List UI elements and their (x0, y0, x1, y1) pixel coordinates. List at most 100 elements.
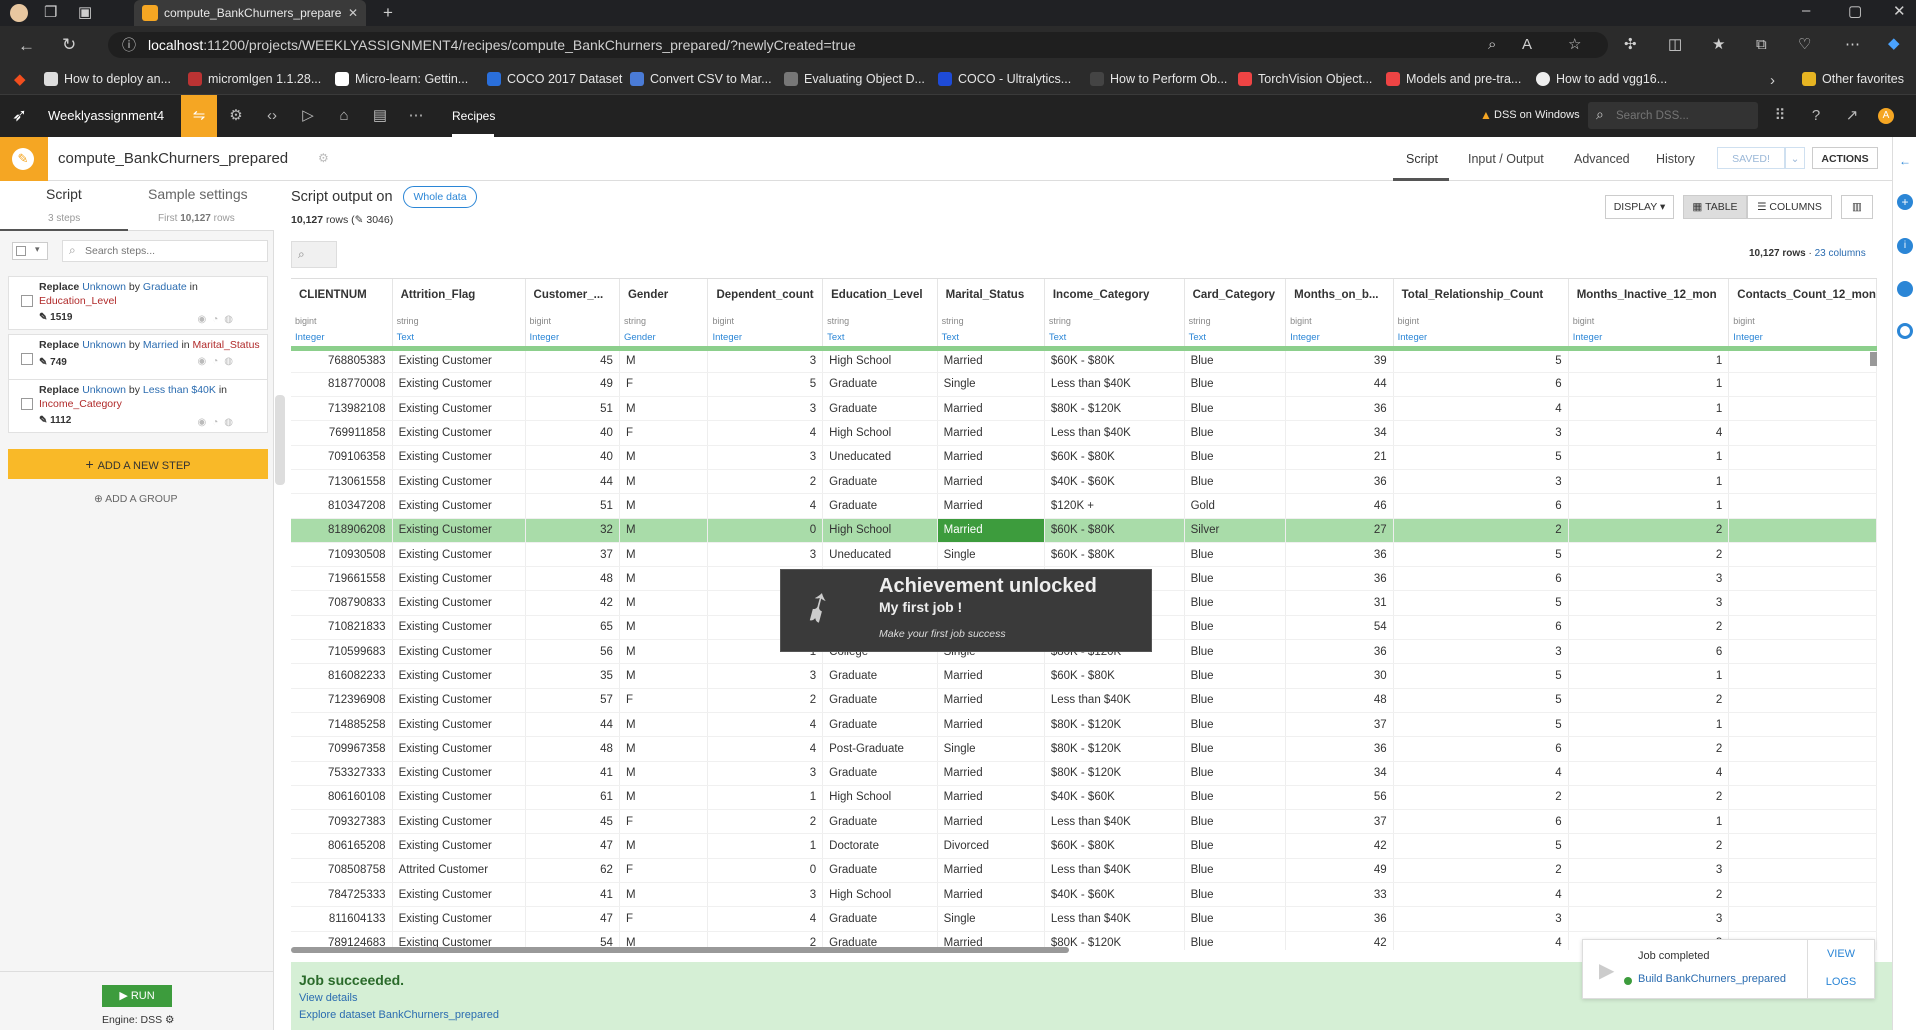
table-cell[interactable]: 36 (1285, 736, 1394, 762)
table-cell[interactable]: 3 (1568, 566, 1730, 592)
table-cell[interactable]: Blue (1184, 761, 1287, 786)
table-cell[interactable]: Married (937, 445, 1045, 470)
table-cell[interactable]: 0 (707, 518, 824, 543)
bookmark-5[interactable]: Evaluating Object D... (784, 72, 925, 86)
table-cell[interactable]: M (619, 663, 709, 689)
table-cell[interactable]: Graduate (822, 396, 938, 422)
table-cell[interactable]: Married (937, 469, 1045, 495)
table-cell[interactable]: 818906208 (291, 518, 393, 543)
table-cell[interactable]: 51 (525, 493, 620, 519)
column-meaning[interactable]: Integer (1393, 330, 1569, 351)
table-cell[interactable]: 3 (707, 761, 824, 786)
table-cell[interactable]: Married (937, 493, 1045, 519)
close-tab-icon[interactable]: ✕ (348, 0, 358, 26)
job-link[interactable]: Build BankChurners_prepared (1638, 973, 1786, 985)
table-cell[interactable] (1728, 688, 1877, 713)
table-cell[interactable]: Blue (1184, 372, 1287, 398)
table-cell[interactable]: 47 (525, 833, 620, 859)
table-cell[interactable]: Existing Customer (392, 761, 526, 786)
table-cell[interactable]: 1 (1568, 809, 1730, 835)
tab-history[interactable]: History (1656, 152, 1695, 166)
step-checkbox[interactable] (21, 353, 33, 365)
table-cell[interactable]: Existing Customer (392, 590, 526, 616)
table-cell[interactable]: Uneducated (822, 445, 938, 470)
settings-gear-icon[interactable]: ⚙ (218, 95, 254, 137)
favorite-star-icon[interactable]: ☆ (1568, 37, 1581, 52)
table-cell[interactable]: 3 (1393, 420, 1569, 446)
add-new-step-button[interactable]: + ADD A NEW STEP (8, 449, 268, 479)
table-cell[interactable]: M (619, 785, 709, 811)
recipe-name[interactable]: compute_BankChurners_prepared (58, 150, 288, 167)
avatar[interactable]: A (1878, 108, 1894, 124)
table-cell[interactable]: 36 (1285, 469, 1394, 495)
workspaces-icon[interactable]: ❐ (44, 5, 57, 20)
table-cell[interactable] (1728, 615, 1877, 641)
dss-search[interactable]: ⌕ (1588, 102, 1758, 129)
table-cell[interactable]: $40K - $60K (1044, 785, 1185, 811)
table-cell[interactable]: M (619, 882, 709, 908)
table-cell[interactable]: 6 (1393, 372, 1569, 398)
profile-avatar-icon[interactable] (10, 4, 28, 22)
job-view-button[interactable]: VIEW (1819, 948, 1863, 960)
table-cell[interactable]: 3 (1568, 858, 1730, 884)
table-cell[interactable]: Blue (1184, 785, 1287, 811)
target-icon[interactable] (1897, 323, 1913, 339)
table-cell[interactable]: Blue (1184, 420, 1287, 446)
table-cell[interactable]: 21 (1285, 445, 1394, 470)
column-meaning[interactable]: Integer (1285, 330, 1394, 351)
table-cell[interactable]: 3 (707, 396, 824, 422)
table-cell[interactable]: 3 (1568, 906, 1730, 932)
dashboard-icon[interactable]: ▤ (362, 95, 398, 137)
table-cell[interactable]: High School (822, 882, 938, 908)
column-meaning[interactable]: Text (1184, 330, 1287, 351)
table-cell[interactable]: Graduate (822, 906, 938, 932)
table-cell[interactable] (1728, 590, 1877, 616)
table-cell[interactable]: 2 (1568, 736, 1730, 762)
table-cell[interactable]: 36 (1285, 566, 1394, 592)
table-cell[interactable]: M (619, 348, 709, 373)
table-cell[interactable]: 4 (707, 493, 824, 519)
help-icon[interactable]: ? (1798, 95, 1834, 137)
url-field[interactable]: ⓘ localhost:11200/projects/WEEKLYASSIGNM… (108, 32, 1608, 58)
table-cell[interactable]: Existing Customer (392, 688, 526, 713)
table-cell[interactable]: Less than $40K (1044, 858, 1185, 884)
table-row[interactable]: 768805383 Existing Customer 45 M 3 High Schoo… (291, 348, 1877, 373)
table-cell[interactable] (1728, 566, 1877, 592)
table-cell[interactable]: Blue (1184, 809, 1287, 835)
extensions-icon[interactable]: ✣ (1624, 37, 1637, 52)
table-cell[interactable] (1728, 809, 1877, 835)
bookmarks-overflow-icon[interactable]: › (1770, 73, 1775, 88)
table-cell[interactable]: 710599683 (291, 639, 393, 665)
table-cell[interactable]: 710821833 (291, 615, 393, 641)
table-cell[interactable]: 36 (1285, 639, 1394, 665)
bookmark-7[interactable]: How to Perform Ob... (1090, 72, 1227, 86)
table-cell[interactable]: 48 (525, 566, 620, 592)
table-row[interactable]: 818770008 Existing Customer 49 F 5 Graduate Si… (291, 372, 1877, 398)
table-cell[interactable] (1728, 833, 1877, 859)
table-cell[interactable]: 710930508 (291, 542, 393, 568)
table-cell[interactable]: 3 (1393, 639, 1569, 665)
chat-icon[interactable] (1897, 281, 1913, 297)
table-cell[interactable]: 5 (1393, 542, 1569, 568)
job-logs-button[interactable]: LOGS (1819, 976, 1863, 988)
recipe-edit-icon[interactable]: ⚙ (318, 151, 329, 165)
table-cell[interactable]: Existing Customer (392, 663, 526, 689)
column-meaning[interactable]: Text (822, 330, 938, 351)
table-cell[interactable]: 57 (525, 688, 620, 713)
search-steps[interactable]: ⌕ (62, 240, 268, 262)
add-group-button[interactable]: ⊕ ADD A GROUP (94, 493, 178, 505)
table-cell[interactable]: 5 (1393, 348, 1569, 373)
column-meaning[interactable]: Integer (291, 330, 393, 351)
table-cell[interactable]: 5 (1393, 712, 1569, 738)
table-cell[interactable]: 2 (707, 688, 824, 713)
table-row[interactable]: 753327333 Existing Customer 41 M 3 Graduate Ma… (291, 761, 1877, 786)
column-meaning[interactable]: Integer (1728, 330, 1877, 351)
bookmark-8[interactable]: TorchVision Object... (1238, 72, 1372, 86)
table-cell[interactable]: 2 (1568, 882, 1730, 908)
table-cell[interactable]: Married (937, 785, 1045, 811)
table-cell[interactable]: Graduate (822, 809, 938, 835)
step-actions-icons[interactable]: ◉◔◍ (198, 355, 240, 369)
table-cell[interactable]: Uneducated (822, 542, 938, 568)
table-cell[interactable]: Doctorate (822, 833, 938, 859)
column-header[interactable]: Gender (619, 279, 709, 311)
